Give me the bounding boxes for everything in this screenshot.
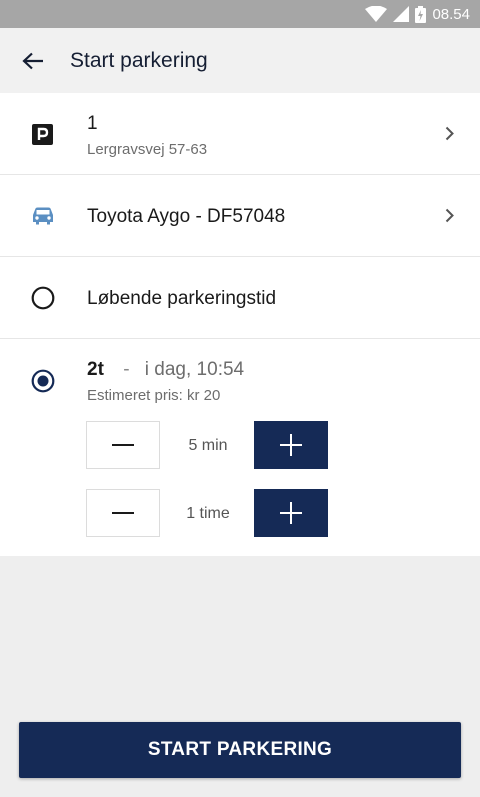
wifi-icon [365, 6, 388, 22]
duration-value: 2t [87, 359, 104, 380]
start-parking-button[interactable]: START PARKERING [19, 722, 461, 778]
arrow-left-icon [22, 52, 43, 69]
decrease-1hour-button[interactable] [86, 489, 160, 537]
stepper-1hour-label: 1 time [186, 505, 230, 522]
duration-separator: - [123, 359, 130, 380]
fixed-duration-summary: 2t - i dag, 10:54 [87, 359, 244, 381]
back-button[interactable] [0, 28, 62, 93]
radio-checked-icon[interactable] [31, 369, 55, 393]
zone-row[interactable]: 1 Lergravsvej 57-63 [0, 93, 480, 175]
vehicle-row[interactable]: Toyota Aygo - DF57048 [0, 175, 480, 257]
status-time: 08.54 [432, 5, 470, 23]
status-bar: 08.54 [0, 0, 480, 28]
estimated-price: Estimeret pris: kr 20 [87, 387, 221, 404]
increase-1hour-button[interactable] [254, 489, 328, 537]
plus-icon [280, 502, 302, 524]
continuous-option-row[interactable]: Løbende parkeringstid [0, 257, 480, 339]
zone-address: Lergravsvej 57-63 [87, 141, 208, 158]
continuous-option-label: Løbende parkeringstid [87, 288, 277, 309]
vehicle-label: Toyota Aygo - DF57048 [87, 206, 286, 227]
page-title: Start parkering [70, 48, 208, 72]
chevron-right-icon [445, 126, 454, 141]
parking-form: 1 Lergravsvej 57-63 Toyota Aygo - DF5704… [0, 93, 480, 556]
increase-5min-button[interactable] [254, 421, 328, 469]
signal-icon [393, 6, 410, 22]
decrease-5min-button[interactable] [86, 421, 160, 469]
parking-icon [32, 124, 53, 145]
stepper-5min-label: 5 min [188, 437, 228, 454]
minus-icon [112, 444, 134, 446]
app-bar: Start parkering [0, 28, 480, 93]
radio-unchecked-icon[interactable] [31, 286, 55, 310]
zone-number: 1 [87, 113, 98, 134]
plus-icon [280, 434, 302, 456]
minus-icon [112, 512, 134, 514]
car-icon [33, 207, 53, 225]
battery-icon [415, 5, 427, 23]
end-time: i dag, 10:54 [144, 359, 245, 380]
chevron-right-icon [445, 208, 454, 223]
